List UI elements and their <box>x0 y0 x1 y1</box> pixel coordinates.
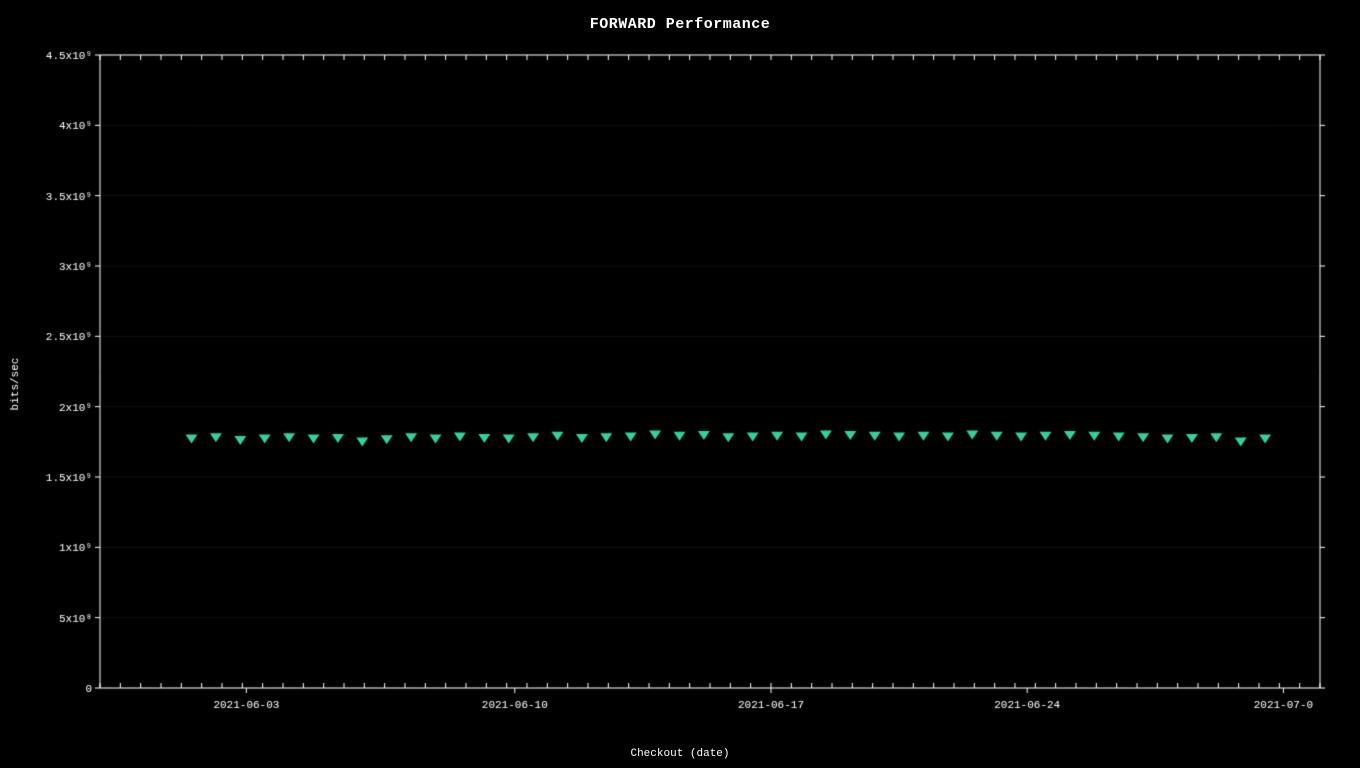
chart-canvas <box>0 0 1360 768</box>
chart-container: FORWARD Performance Checkout (date) <box>0 0 1360 768</box>
chart-title: FORWARD Performance <box>0 16 1360 33</box>
x-axis-label: Checkout (date) <box>0 748 1360 760</box>
